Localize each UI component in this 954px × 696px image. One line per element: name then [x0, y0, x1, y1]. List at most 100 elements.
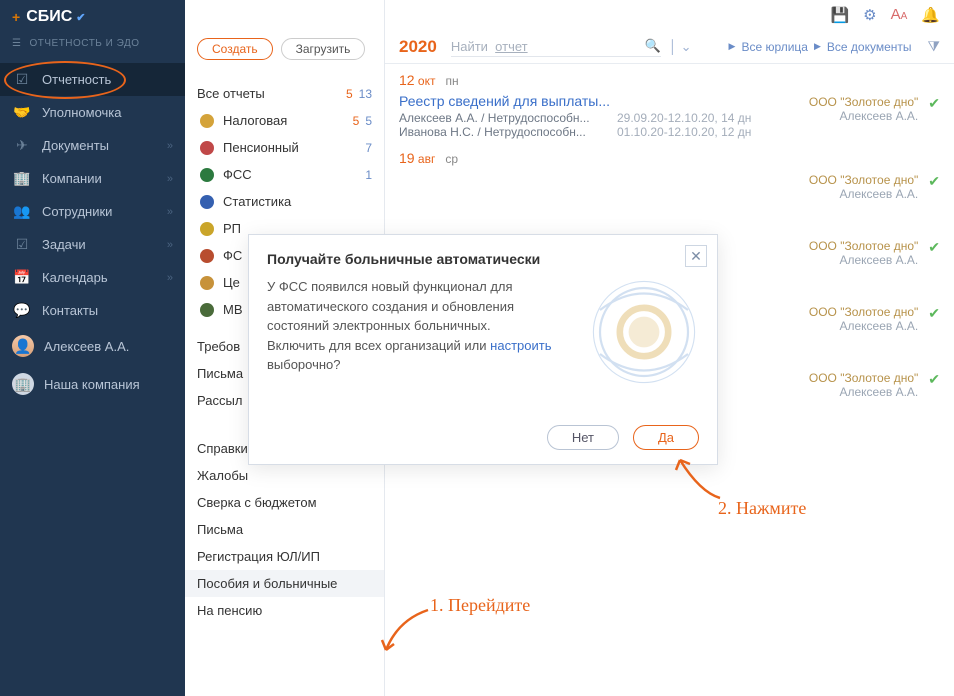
modal-body: У ФСС появился новый функционал для авто…	[267, 277, 699, 377]
brand-subtitle-row[interactable]: ☰ ОТЧЕТНОСТЬ И ЭДО	[0, 34, 185, 63]
category-icon	[197, 195, 217, 209]
category-label: Регистрация ЮЛ/ИП	[197, 549, 372, 564]
tri-icon: ▶	[729, 41, 736, 52]
category-item[interactable]: Регистрация ЮЛ/ИП	[185, 543, 384, 570]
close-button[interactable]: ✕	[685, 245, 707, 267]
category-icon	[197, 114, 217, 128]
search-input[interactable]: Найти отчет 🔍	[451, 36, 661, 57]
crumb-all-docs[interactable]: Все документы	[827, 40, 912, 54]
filter-icon[interactable]: ⧩	[928, 38, 941, 55]
category-item[interactable]: На пенсию	[185, 597, 384, 624]
configure-link[interactable]: настроить	[490, 338, 551, 353]
modal-dialog: ✕ Получайте больничные автоматически У Ф…	[248, 234, 718, 465]
nav-icon: ✈	[12, 137, 32, 154]
nav-icon: 💬	[12, 302, 32, 319]
author-name: Алексеев А.А.	[809, 253, 918, 267]
check-icon: ✔	[928, 371, 940, 388]
brand-subtitle: ОТЧЕТНОСТЬ И ЭДО	[29, 38, 139, 49]
count-total: 13	[359, 87, 372, 101]
author-name: Алексеев А.А.	[809, 109, 918, 123]
nav-label: Компании	[42, 171, 167, 186]
brand-name: СБИС	[26, 8, 72, 26]
category-item[interactable]: Все отчеты 5 13	[185, 80, 384, 107]
category-item[interactable]: Письма	[185, 516, 384, 543]
category-icon	[197, 168, 217, 182]
nav-icon: 📅	[12, 269, 32, 286]
nav-icon: 🤝	[12, 104, 32, 121]
nav-label: Документы	[42, 138, 167, 153]
sidebar-item-docs[interactable]: ✈ Документы»	[0, 129, 185, 162]
fss-seal-icon	[589, 277, 699, 387]
count-new: 5	[353, 114, 360, 128]
check-icon: ✔	[928, 95, 940, 112]
date-row: 19 авг ср	[385, 142, 954, 168]
nav-icon: 🏢	[12, 170, 32, 187]
logo[interactable]: + СБИС ✔	[0, 0, 185, 34]
crumb-all-orgs[interactable]: Все юрлица	[741, 40, 808, 54]
chevron-right-icon: »	[167, 239, 173, 251]
org-name: ООО "Золотое дно"	[809, 371, 918, 385]
category-item[interactable]: Жалобы	[185, 462, 384, 489]
sidebar-item-staff[interactable]: 👥Сотрудники»	[0, 195, 185, 228]
category-item[interactable]: Сверка с бюджетом	[185, 489, 384, 516]
count-new: 5	[346, 87, 353, 101]
category-item[interactable]: Пособия и больничные	[185, 570, 384, 597]
nav-icon: ☑	[12, 236, 32, 253]
chevron-right-icon: »	[167, 140, 173, 152]
sidebar-item-reports[interactable]: ☑ Отчетность	[0, 63, 185, 96]
category-label: Письма	[197, 522, 372, 537]
category-label: Сверка с бюджетом	[197, 495, 372, 510]
tri-icon: ▶	[814, 41, 821, 52]
report-entry[interactable]: ООО "Золотое дно"Алексеев А.А.✔	[385, 168, 954, 214]
org-name: ООО "Золотое дно"	[809, 305, 918, 319]
sidebar-company[interactable]: 🏢 Наша компания	[0, 365, 185, 403]
category-item[interactable]: Налоговая 55	[185, 107, 384, 134]
nav-icon: 👥	[12, 203, 32, 220]
font-icon[interactable]: AA	[891, 6, 908, 24]
search-icon: 🔍	[645, 38, 661, 54]
category-label: Все отчеты	[197, 86, 342, 101]
sidebar-item-calendar[interactable]: 📅Календарь»	[0, 261, 185, 294]
nav-icon: ☑	[12, 71, 32, 88]
breadcrumb: ▶ Все юрлица ▶ Все документы ⧩	[729, 38, 940, 55]
nav-label: Задачи	[42, 237, 167, 252]
user-name: Алексеев А.А.	[44, 339, 173, 354]
top-toolbar: 💾 ⚙ AA 🔔	[830, 6, 940, 24]
save-icon[interactable]: 💾	[830, 6, 849, 24]
category-label: Пенсионный	[223, 140, 359, 155]
check-icon: ✔	[928, 305, 940, 322]
gear-icon[interactable]: ⚙	[863, 6, 876, 24]
bell-icon[interactable]: 🔔	[921, 6, 940, 24]
chevron-down-icon[interactable]: │ ⌄	[669, 39, 692, 55]
plus-icon: +	[12, 9, 20, 25]
create-button[interactable]: Создать	[197, 38, 273, 60]
category-label: На пенсию	[197, 603, 372, 618]
no-button[interactable]: Нет	[547, 425, 619, 450]
sidebar-item-companies[interactable]: 🏢Компании»	[0, 162, 185, 195]
check-icon: ✔	[928, 239, 940, 256]
category-item[interactable]: Пенсионный 7	[185, 134, 384, 161]
category-item[interactable]: Статистика	[185, 188, 384, 215]
modal-title: Получайте больничные автоматически	[267, 251, 699, 267]
sidebar-item-tasks[interactable]: ☑ Задачи»	[0, 228, 185, 261]
sidebar-user[interactable]: 👤 Алексеев А.А.	[0, 327, 185, 365]
report-entry[interactable]: Реестр сведений для выплаты... Алексеев …	[385, 90, 954, 142]
author-name: Алексеев А.А.	[809, 319, 918, 333]
category-label: ФСС	[223, 167, 359, 182]
category-label: Налоговая	[223, 113, 349, 128]
nav-label: Уполномочка	[42, 105, 173, 120]
sidebar-item-contacts[interactable]: 💬Контакты	[0, 294, 185, 327]
sidebar-item-auth[interactable]: 🤝 Уполномочка	[0, 96, 185, 129]
load-button[interactable]: Загрузить	[281, 38, 366, 60]
year-label[interactable]: 2020	[399, 37, 437, 57]
count-total: 1	[365, 168, 372, 182]
category-label: Пособия и больничные	[197, 576, 372, 591]
category-item[interactable]: ФСС 1	[185, 161, 384, 188]
count-total: 5	[365, 114, 372, 128]
date-row: 12 окт пн	[385, 64, 954, 90]
nav-label: Отчетность	[42, 72, 173, 87]
chevron-right-icon: »	[167, 206, 173, 218]
nav-label: Календарь	[42, 270, 167, 285]
yes-button[interactable]: Да	[633, 425, 699, 450]
count-total: 7	[365, 141, 372, 155]
